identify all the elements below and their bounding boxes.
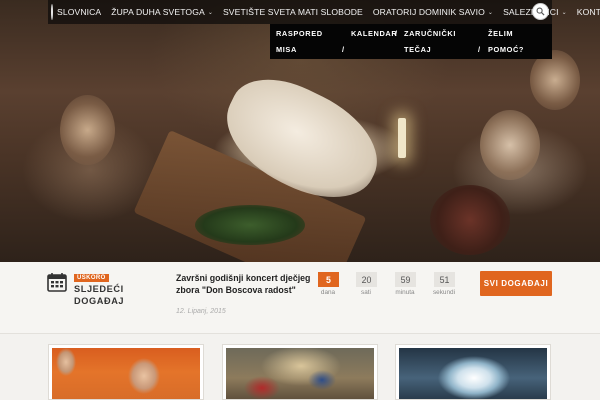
news-card-painting[interactable]: [222, 344, 378, 400]
top-navigation: SLOVNICA ŽUPA DUHA SVETOGA ⌄ SVETIŠTE SVE…: [48, 0, 600, 24]
nav-item-svetiste[interactable]: SVETIŠTE SVETA MATI SLOBODE: [218, 0, 368, 24]
countdown-minutes-label: minuta: [395, 289, 415, 296]
dropdown-item-raspored-misa[interactable]: RASPORED MISA: [276, 26, 323, 58]
nav-item-label: SALEZIJANCI: [503, 7, 559, 17]
countdown-days-value: 5: [318, 272, 339, 287]
countdown-minutes-value: 59: [395, 272, 416, 287]
dome-image: [399, 348, 547, 399]
nav-item-zupa[interactable]: ŽUPA DUHA SVETOGA ⌄: [106, 0, 218, 24]
countdown-seconds-value: 51: [434, 272, 455, 287]
dropdown-item-kalendar[interactable]: KALENDAR: [351, 26, 397, 42]
upcoming-badge: USKORO: [74, 274, 109, 282]
nav-item-oratorij[interactable]: ORATORIJ DOMINIK SAVIO ⌄: [368, 0, 498, 24]
news-card-pope[interactable]: [48, 344, 204, 400]
next-event-label: SLJEDEĆI DOGAĐAJ: [74, 283, 144, 307]
dropdown-separator: /: [395, 29, 398, 38]
hero-crowd-right-2: [530, 50, 580, 110]
nav-item-slovnica[interactable]: SLOVNICA: [57, 0, 106, 24]
globe-logo-icon[interactable]: [51, 4, 53, 20]
nav-item-kontakt[interactable]: KONT: [572, 0, 600, 24]
dropdown-separator: /: [478, 45, 481, 54]
pope-image: [52, 348, 200, 399]
hero-crowd-left: [60, 95, 115, 165]
search-icon: [536, 7, 545, 16]
countdown-hours-label: sati: [361, 289, 371, 296]
hero-crowd-bottom: [430, 185, 510, 255]
chevron-down-icon: ⌄: [487, 9, 494, 16]
dropdown-item-label: POMOĆ?: [488, 45, 525, 54]
dropdown-separator: /: [342, 45, 345, 54]
dropdown-item-zarucnicki-tecaj[interactable]: ZARUČNIČKI TEČAJ: [404, 26, 456, 58]
event-date: 12. Lipanj, 2015: [176, 308, 226, 315]
countdown-days-label: dana: [320, 289, 336, 296]
painting-image: [226, 348, 374, 399]
nav-item-label: KONT: [576, 7, 600, 17]
nav-item-label: ORATORIJ DOMINIK SAVIO: [372, 7, 485, 17]
news-card-dome[interactable]: [395, 344, 551, 400]
hero-crowd-right: [480, 110, 540, 180]
dropdown-item-label: MISA: [276, 45, 297, 54]
dropdown-item-label: ZARUČNIČKI: [404, 29, 456, 38]
calendar-icon: [47, 273, 67, 292]
hero-candle: [398, 118, 406, 158]
event-title-link[interactable]: Završni godišnji koncert dječjeg zbora "…: [176, 272, 311, 296]
dropdown-item-label: KALENDAR: [351, 29, 398, 38]
dropdown-item-label: ŽELIM: [488, 29, 514, 38]
countdown-seconds-label: sekundi: [432, 289, 456, 296]
all-events-button[interactable]: SVI DOGAĐAJI: [480, 271, 552, 296]
dropdown-menu: RASPORED MISA / KALENDAR / ZARUČNIČKI TE…: [270, 24, 552, 59]
countdown-hours-value: 20: [356, 272, 377, 287]
search-button[interactable]: [532, 3, 549, 20]
hero-flowers: [195, 205, 305, 245]
next-event-label-line2: DOGAĐAJ: [74, 296, 125, 306]
chevron-down-icon: ⌄: [207, 9, 213, 16]
chevron-down-icon: ⌄: [561, 9, 567, 16]
dropdown-item-zelim-pomoc[interactable]: ŽELIM POMOĆ?: [488, 26, 524, 58]
dropdown-item-label: RASPORED: [276, 29, 323, 38]
next-event-label-line1: SLJEDEĆI: [74, 284, 124, 294]
nav-item-label: SVETIŠTE SVETA MATI SLOBODE: [222, 7, 363, 17]
dropdown-item-label: TEČAJ: [404, 45, 432, 54]
nav-item-label: SLOVNICA: [57, 7, 102, 17]
nav-item-label: ŽUPA DUHA SVETOGA: [111, 7, 205, 17]
